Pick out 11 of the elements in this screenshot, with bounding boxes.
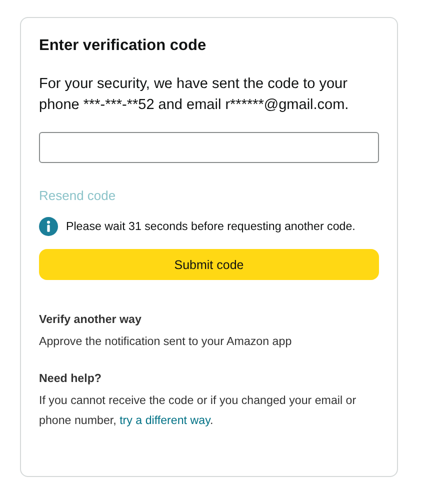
- section-text: Approve the notification sent to your Amazon app: [39, 334, 293, 350]
- submit-code-button[interactable]: Submit code: [39, 249, 379, 280]
- wait-notice: Please wait 31 seconds before requesting another code.: [66, 220, 356, 233]
- security-message: For your security, we have sent the code to your phone ***-***-**52 and email r******@gmail.com.: [39, 75, 350, 115]
- section-heading: Verify another way: [39, 312, 142, 328]
- section-text: If you cannot receive the code or if you changed your email or phone number, try a different way.: [39, 393, 358, 429]
- code-input-field[interactable]: [39, 132, 379, 163]
- card-title: Enter verification code: [39, 36, 208, 56]
- info-icon: [39, 217, 58, 236]
- different-way-link[interactable]: try a different way: [120, 414, 210, 427]
- section-heading: Need help?: [39, 371, 102, 387]
